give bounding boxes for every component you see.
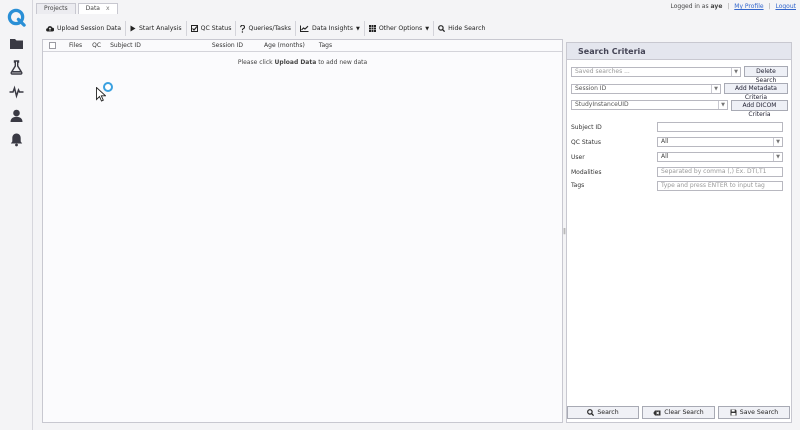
save-icon: [730, 409, 737, 416]
clear-search-button[interactable]: Clear Search: [642, 406, 715, 419]
user-label: User: [571, 154, 585, 161]
line-chart-icon: [300, 25, 309, 32]
column-header-age[interactable]: Age (months): [264, 42, 305, 49]
select-value: Session ID: [575, 85, 607, 92]
add-metadata-criteria-button[interactable]: Add Metadata Criteria: [724, 83, 788, 101]
add-dicom-criteria-button[interactable]: Add DICOM Criteria: [731, 100, 788, 118]
column-header-session-id[interactable]: Session ID: [212, 42, 243, 49]
activity-pulse-icon[interactable]: [9, 84, 24, 99]
checkbox-icon: [190, 25, 198, 32]
button-label: QC Status: [200, 25, 232, 32]
qc-status-label: QC Status: [571, 139, 601, 146]
subject-id-label: Subject ID: [571, 124, 602, 131]
column-header-subject-id[interactable]: Subject ID: [110, 42, 141, 49]
message-text: Please click: [237, 59, 273, 66]
button-label: Queries/Tasks: [248, 25, 292, 32]
placeholder-text: Separated by comma (,) Ex. DTI,T1: [661, 168, 767, 175]
select-value: All: [661, 138, 669, 145]
message-text: to add new data: [318, 59, 368, 66]
hide-search-button[interactable]: Hide Search: [433, 21, 489, 36]
save-search-button[interactable]: Save Search: [718, 406, 790, 419]
select-value: StudyInstanceUID: [575, 101, 629, 108]
qc-status-button[interactable]: QC Status: [185, 21, 236, 36]
queries-tasks-button[interactable]: Queries/Tasks: [235, 21, 295, 36]
other-options-dropdown[interactable]: Other Options ▼: [363, 21, 433, 36]
select-value: Saved searches ...: [575, 68, 630, 75]
bell-icon[interactable]: [9, 132, 24, 147]
button-label: Start Analysis: [139, 25, 182, 32]
modalities-label: Modalities: [571, 169, 602, 176]
user-menu: Logged in as aye | My Profile | Logout: [671, 3, 797, 10]
tags-label: Tags: [571, 182, 585, 189]
logout-link[interactable]: Logout: [775, 3, 796, 10]
search-criteria-panel: Search Criteria Saved searches ... ▼ Del…: [566, 42, 792, 423]
grid-icon: [368, 25, 376, 32]
modalities-field[interactable]: Separated by comma (,) Ex. DTI,T1: [657, 167, 783, 177]
start-analysis-button[interactable]: Start Analysis: [125, 21, 186, 36]
play-icon: [130, 25, 136, 32]
tags-field[interactable]: Type and press ENTER to input tag: [657, 181, 783, 191]
search-icon: [587, 409, 595, 416]
left-nav-rail: [0, 0, 33, 430]
metadata-criteria-select[interactable]: Session ID ▼: [571, 84, 721, 94]
button-label: Save Search: [739, 409, 779, 416]
button-label: Other Options: [378, 25, 423, 32]
tab-data[interactable]: Data x: [77, 3, 118, 14]
button-label: Upload Session Data: [57, 25, 121, 32]
flask-icon[interactable]: [9, 60, 24, 75]
app-logo-icon[interactable]: [7, 8, 26, 27]
delete-search-button[interactable]: Delete Search: [744, 66, 788, 84]
placeholder-text: Type and press ENTER to input tag: [661, 182, 765, 189]
grid-header: Files QC Subject ID Session ID Age (mont…: [43, 40, 562, 52]
button-label: Clear Search: [664, 409, 704, 416]
username: aye: [710, 3, 723, 10]
dropdown-arrow-icon: ▼: [731, 68, 740, 76]
qc-status-select[interactable]: All ▼: [657, 137, 783, 147]
caret-down-icon: ▼: [425, 25, 430, 32]
column-header-files[interactable]: Files: [69, 42, 82, 49]
button-label: Hide Search: [448, 25, 486, 32]
caret-down-icon: ▼: [355, 25, 360, 32]
search-button[interactable]: Search: [567, 406, 639, 419]
logged-in-label: Logged in as: [670, 3, 709, 10]
dropdown-arrow-icon: ▼: [711, 85, 720, 93]
tab-label: Projects: [44, 5, 68, 12]
empty-grid-message: Please click Upload Data to add new data: [43, 59, 562, 66]
my-profile-link[interactable]: My Profile: [734, 3, 763, 10]
search-icon: [438, 25, 446, 32]
tab-projects[interactable]: Projects: [36, 3, 76, 14]
loading-spinner-icon: [103, 82, 113, 92]
folder-icon[interactable]: [9, 36, 24, 51]
subject-id-field[interactable]: [657, 122, 783, 132]
eraser-icon: [653, 410, 661, 415]
user-icon[interactable]: [9, 108, 24, 123]
panel-title: Search Criteria: [567, 43, 791, 60]
column-header-tags[interactable]: Tags: [319, 42, 332, 49]
column-header-qc[interactable]: QC: [92, 42, 101, 49]
dropdown-arrow-icon: ▼: [718, 101, 727, 109]
dicom-criteria-select[interactable]: StudyInstanceUID ▼: [571, 100, 728, 110]
separator: |: [727, 3, 730, 10]
separator: |: [768, 3, 771, 10]
dropdown-arrow-icon: ▼: [773, 153, 782, 161]
user-select[interactable]: All ▼: [657, 152, 783, 162]
select-value: All: [661, 153, 669, 160]
select-all-checkbox[interactable]: [49, 42, 56, 49]
tab-label: Data: [85, 5, 100, 12]
dropdown-arrow-icon: ▼: [773, 138, 782, 146]
data-insights-dropdown[interactable]: Data Insights ▼: [295, 21, 364, 36]
cloud-upload-icon: [46, 26, 54, 32]
upload-session-data-button[interactable]: Upload Session Data: [42, 21, 125, 36]
question-icon: [240, 24, 246, 33]
message-bold-text: Upload Data: [274, 59, 317, 66]
close-tab-icon[interactable]: x: [106, 5, 110, 12]
saved-searches-select[interactable]: Saved searches ... ▼: [571, 67, 741, 77]
button-label: Data Insights: [312, 25, 353, 32]
toolbar: Upload Session Data Start Analysis QC St…: [42, 21, 489, 36]
button-label: Search: [597, 409, 619, 416]
tab-bar: Projects Data x: [36, 3, 120, 14]
session-data-grid: Files QC Subject ID Session ID Age (mont…: [42, 39, 563, 423]
